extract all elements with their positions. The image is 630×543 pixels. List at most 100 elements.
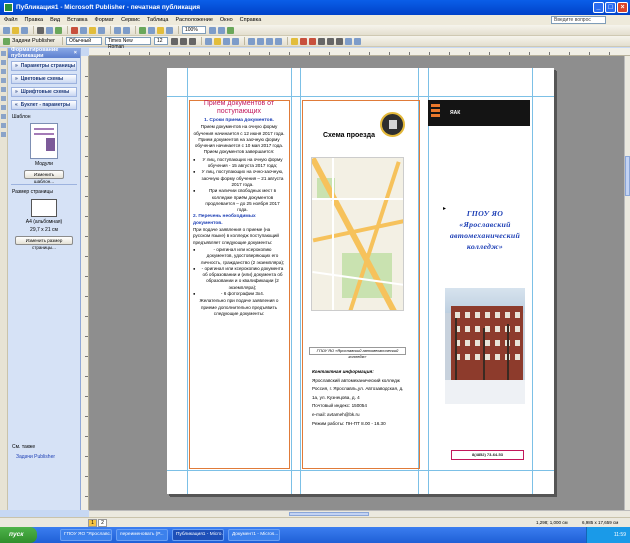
organization-name[interactable]: ГПОУ ЯО «Ярославский автомеханический ко… [440, 208, 530, 252]
help-icon[interactable] [227, 26, 234, 34]
print-preview-icon[interactable] [46, 26, 53, 34]
bullets-icon[interactable] [256, 37, 264, 45]
shadow-style-icon[interactable] [344, 37, 352, 45]
vertical-scrollbar[interactable] [624, 56, 630, 510]
align-left-icon[interactable] [204, 37, 212, 45]
page-tab-1[interactable]: 1 [88, 519, 97, 527]
justify-icon[interactable] [231, 37, 239, 45]
menu-insert[interactable]: Вставка [67, 17, 87, 23]
change-page-size-button[interactable]: Изменить размер страницы... [15, 236, 73, 250]
menu-window[interactable]: Окно [220, 17, 233, 23]
menu-tools[interactable]: Сервис [121, 17, 140, 23]
menu-arrange[interactable]: Расположение [176, 17, 213, 23]
publisher-tasks-link[interactable]: Задачи Publisher [16, 454, 55, 460]
save-icon[interactable] [21, 26, 28, 34]
rectangle-icon[interactable] [1, 123, 6, 128]
font-size-select[interactable]: 12 [153, 37, 168, 45]
bring-front-icon[interactable] [166, 26, 173, 34]
fill-color-icon[interactable] [290, 37, 298, 45]
section-color-schemes[interactable]: » Цветовые схемы [11, 74, 77, 84]
zoom-out-icon[interactable] [209, 26, 216, 34]
3d-style-icon[interactable] [353, 37, 361, 45]
new-icon[interactable] [3, 26, 10, 34]
route-map-image[interactable] [311, 157, 404, 311]
college-building-photo[interactable] [445, 288, 525, 404]
minimize-button[interactable]: _ [593, 2, 604, 13]
menu-view[interactable]: Вид [50, 17, 60, 23]
horizontal-ruler[interactable] [89, 48, 630, 56]
menu-table[interactable]: Таблица [147, 17, 169, 23]
college-caption[interactable]: ГПОУ ЯО «Ярославский автомеханический ко… [309, 347, 406, 359]
arrow-icon[interactable] [1, 105, 6, 110]
format-painter-icon[interactable] [98, 26, 105, 34]
wordart-icon[interactable] [1, 78, 6, 83]
zoom-in-icon[interactable] [218, 26, 225, 34]
close-button[interactable]: × [617, 2, 628, 13]
contacts-block[interactable]: Контактная информация: Ярославский автом… [312, 368, 410, 428]
decrease-indent-icon[interactable] [265, 37, 273, 45]
increase-indent-icon[interactable] [274, 37, 282, 45]
page-tab-2[interactable]: 2 [98, 519, 107, 527]
align-center-icon[interactable] [213, 37, 221, 45]
horizontal-scrollbar[interactable] [89, 510, 630, 517]
header-bar[interactable]: ЯАК [428, 100, 530, 126]
start-button[interactable]: пуск [0, 527, 37, 543]
section-brochure-options[interactable]: «Буклет - параметры [11, 100, 77, 110]
change-template-button[interactable]: Изменить шаблон... [24, 170, 64, 184]
menu-edit[interactable]: Правка [25, 17, 44, 23]
line-icon[interactable] [1, 96, 6, 101]
open-icon[interactable] [12, 26, 19, 34]
taskbar-item[interactable]: ГПОУ ЯО "Ярославс... [60, 529, 112, 541]
task-pane-close-icon[interactable]: × [74, 50, 77, 56]
help-search-input[interactable]: Введите вопрос [551, 16, 606, 24]
menu-help[interactable]: Справка [240, 17, 262, 23]
undo-icon[interactable] [114, 26, 121, 34]
oval-icon[interactable] [1, 114, 6, 119]
maximize-button[interactable]: □ [605, 2, 616, 13]
paste-icon[interactable] [89, 26, 96, 34]
numbering-icon[interactable] [247, 37, 255, 45]
taskbar-item[interactable]: Документ1 - Micros... [228, 529, 280, 541]
section-page-options[interactable]: » Параметры страницы [11, 61, 77, 71]
text-box-icon[interactable] [1, 60, 6, 65]
dash-style-icon[interactable] [326, 37, 334, 45]
redo-icon[interactable] [123, 26, 130, 34]
font-select[interactable]: Times New Roman [104, 37, 151, 50]
taskbar-item-active[interactable]: Публикация1 - Micro... [172, 529, 224, 541]
tasks-button[interactable]: Задачи Publisher [12, 38, 55, 44]
line-color-icon[interactable] [299, 37, 307, 45]
columns-icon[interactable] [148, 26, 155, 34]
college-logo[interactable] [380, 112, 405, 137]
insert-picture-icon[interactable] [157, 26, 164, 34]
cut-icon[interactable] [71, 26, 78, 34]
phone-number[interactable]: 8(4852) 73-64-53 [451, 450, 524, 460]
scroll-thumb[interactable] [289, 512, 369, 516]
print-icon[interactable] [37, 26, 44, 34]
bold-icon[interactable] [170, 37, 178, 45]
style-select[interactable]: Обычный [65, 37, 102, 45]
tasks-icon[interactable] [3, 37, 10, 45]
table-icon[interactable] [1, 69, 6, 74]
align-right-icon[interactable] [222, 37, 230, 45]
italic-icon[interactable] [179, 37, 187, 45]
picture-frame-icon[interactable] [1, 87, 6, 92]
select-icon[interactable] [1, 51, 6, 56]
insert-table-icon[interactable] [139, 26, 146, 34]
vertical-ruler[interactable] [81, 56, 89, 510]
zoom-select[interactable]: 100% [182, 26, 206, 34]
font-color-icon[interactable] [308, 37, 316, 45]
route-map-title[interactable]: Схема проезда [323, 132, 375, 139]
template-thumbnail[interactable] [30, 123, 58, 159]
menu-format[interactable]: Формат [95, 17, 115, 23]
spelling-icon[interactable] [55, 26, 62, 34]
column-admission[interactable]: Приём документов от поступающих 1. Сроки… [193, 100, 285, 472]
section-font-schemes[interactable]: » Шрифтовые схемы [11, 87, 77, 97]
menu-file[interactable]: Файл [4, 17, 18, 23]
taskbar-item[interactable]: переименовать (Р... [116, 529, 168, 541]
autoshapes-icon[interactable] [1, 132, 6, 137]
line-style-icon[interactable] [317, 37, 325, 45]
underline-icon[interactable] [188, 37, 196, 45]
system-tray-clock[interactable]: 11:59 [586, 527, 630, 543]
scroll-thumb[interactable] [625, 156, 630, 196]
copy-icon[interactable] [80, 26, 87, 34]
